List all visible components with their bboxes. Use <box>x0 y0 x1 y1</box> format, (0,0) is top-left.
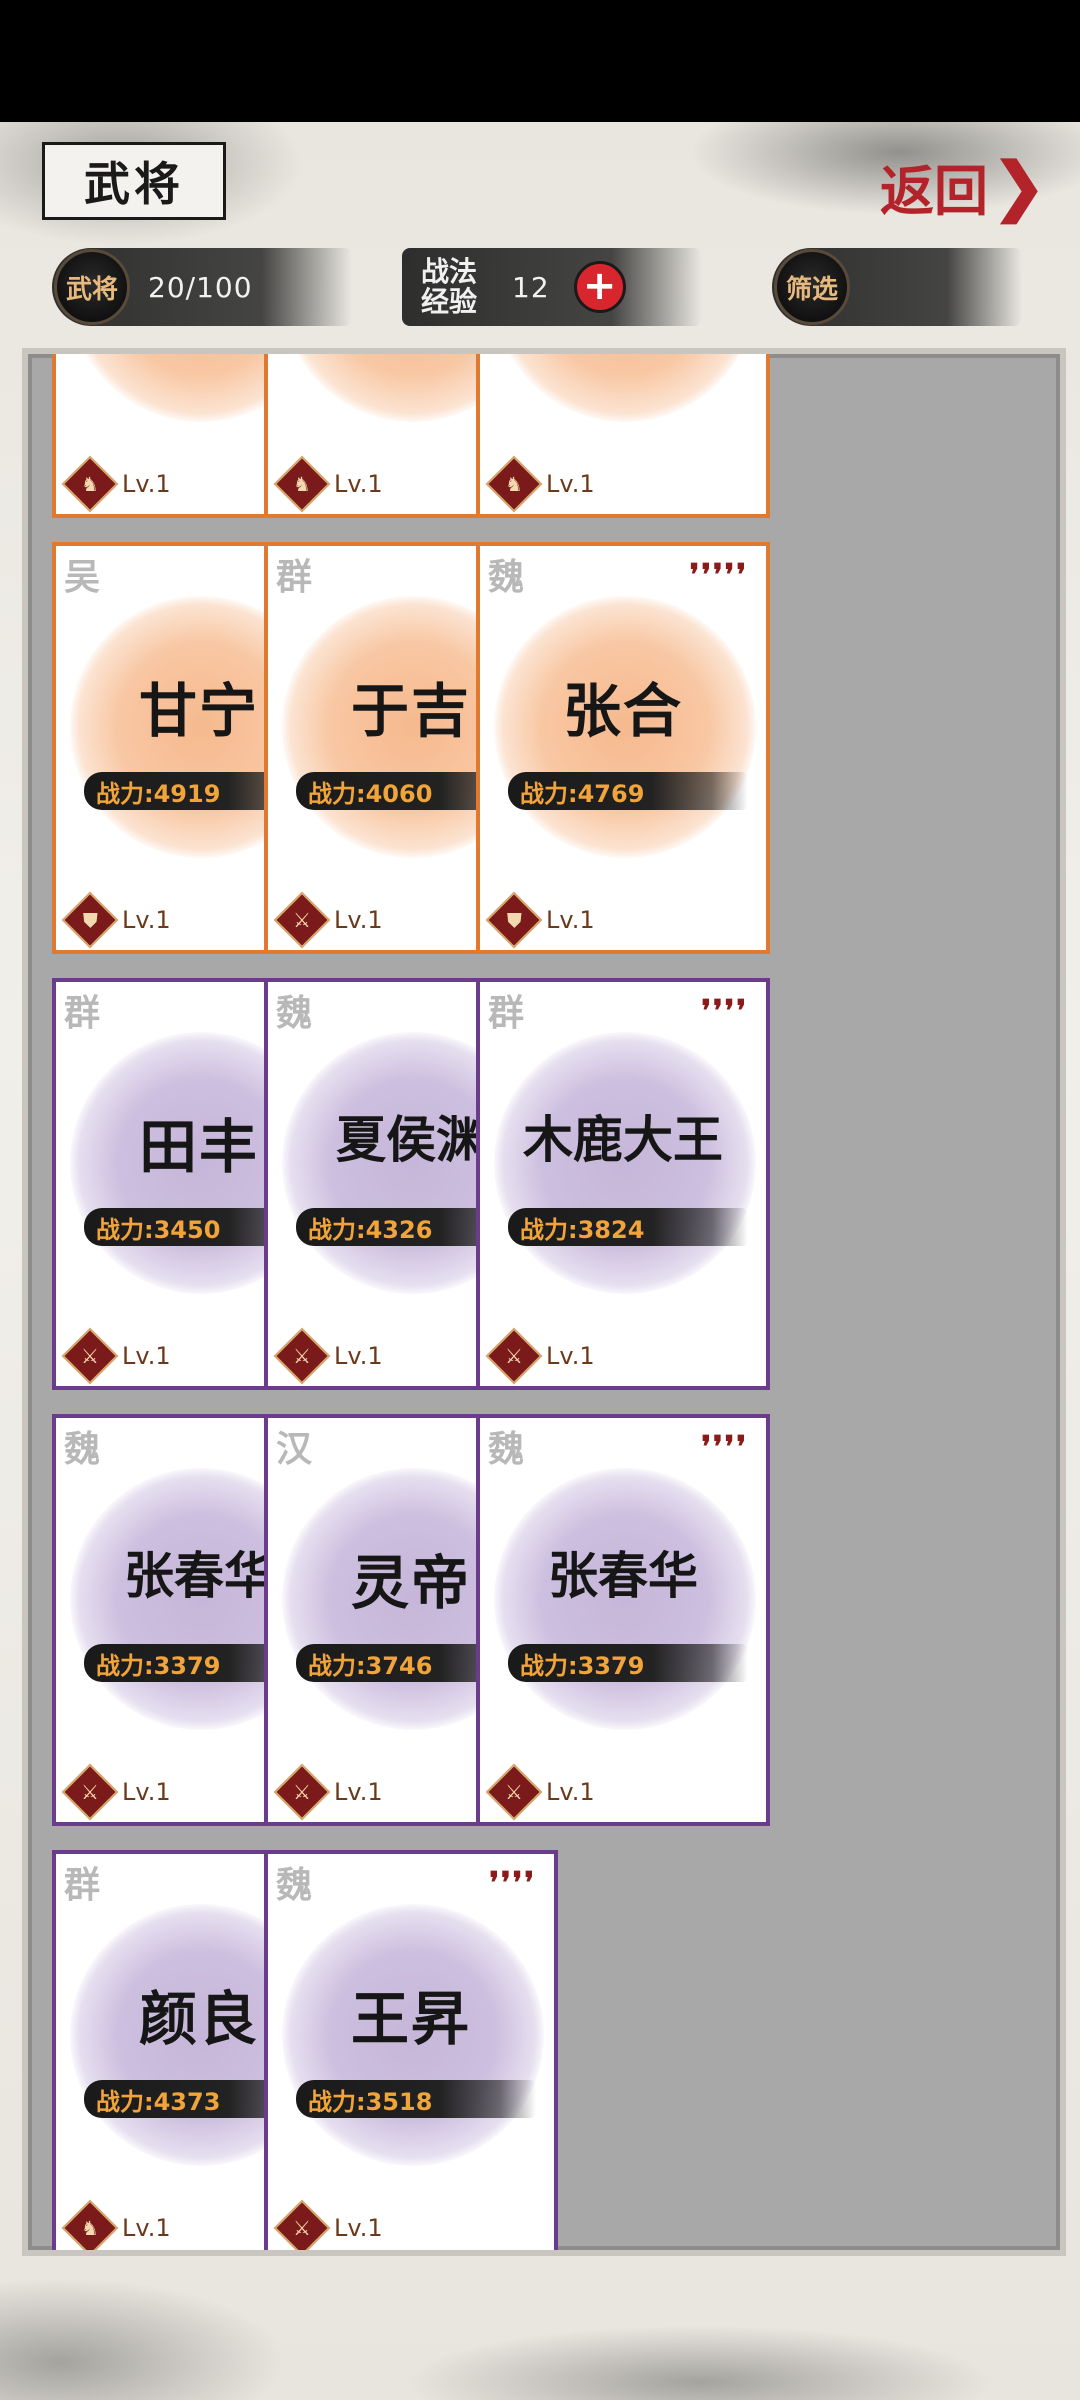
power-value: 战力:3450 <box>96 1215 221 1244</box>
level-row: ⛊ Lv.1 <box>61 891 171 949</box>
card-list: ♞Lv.1♞Lv.1♞Lv.1吴❜❜❜❜❜甘宁战力:4919⛊Lv.1群❜❜❜❜… <box>28 354 1060 2250</box>
back-label: 返回 <box>880 158 988 223</box>
power-value: 战力:4919 <box>96 779 221 808</box>
faction-label: 汉 <box>276 1428 313 1470</box>
level-row: ⚔ Lv.1 <box>273 1327 383 1385</box>
status-bar <box>0 0 1080 122</box>
star-rating: ❜❜❜❜ <box>489 1866 536 1901</box>
spear-icon: ⚔ <box>61 1327 119 1385</box>
level-label: Lv.1 <box>546 1778 595 1806</box>
level-label: Lv.1 <box>334 2214 383 2242</box>
faction-label: 群 <box>64 1864 101 1906</box>
general-card[interactable]: 魏 ❜❜❜❜ 王昇战力:3518 ⚔ Lv.1 <box>264 1850 558 2250</box>
general-name: 张合 <box>562 677 683 745</box>
level-label: Lv.1 <box>546 470 595 498</box>
star-rating: ❜❜❜❜❜ <box>689 558 748 593</box>
generals-count-bar: 武将 20/100 <box>52 248 352 326</box>
spear-icon: ⚔ <box>485 1763 543 1821</box>
general-card[interactable]: 魏 ❜❜❜❜❜ 张合战力:4769 ⛊ Lv.1 <box>476 542 770 954</box>
horse-icon: ♞ <box>61 455 119 513</box>
faction-label: 群 <box>488 992 525 1034</box>
power-strip: 战力:4769 <box>508 772 748 810</box>
level-row: ⚔ Lv.1 <box>61 1763 171 1821</box>
power-value: 战力:3379 <box>520 1651 645 1680</box>
power-value: 战力:3379 <box>96 1651 221 1680</box>
level-row: ⚔ Lv.1 <box>273 891 383 949</box>
add-exp-button[interactable]: + <box>573 261 626 313</box>
spear-icon: ⚔ <box>273 2199 331 2250</box>
general-card[interactable]: ♞ Lv.1 <box>476 354 770 518</box>
horse-icon: ♞ <box>61 2199 119 2250</box>
power-value: 战力:4769 <box>520 779 645 808</box>
faction-label: 魏 <box>276 992 313 1034</box>
spear-icon: ⚔ <box>273 1763 331 1821</box>
level-row: ⚔ Lv.1 <box>273 2199 383 2250</box>
level-row: ⚔ Lv.1 <box>485 1763 595 1821</box>
level-label: Lv.1 <box>122 1778 171 1806</box>
ink-splash <box>494 354 756 422</box>
level-row: ⛊ Lv.1 <box>485 891 595 949</box>
generals-badge: 武将 <box>54 249 130 325</box>
level-label: Lv.1 <box>334 1342 383 1370</box>
power-value: 战力:3518 <box>308 2087 433 2116</box>
power-value: 战力:4373 <box>96 2087 221 2116</box>
spear-icon: ⚔ <box>61 1763 119 1821</box>
horse-icon: ♞ <box>485 455 543 513</box>
general-name: 木鹿大王 <box>523 1110 723 1169</box>
faction-label: 魏 <box>488 556 525 598</box>
level-label: Lv.1 <box>546 906 595 934</box>
spear-icon: ⚔ <box>273 891 331 949</box>
level-label: Lv.1 <box>122 2214 171 2242</box>
chevron-right-icon: ❯ <box>992 148 1046 224</box>
power-strip: 战力:3824 <box>508 1208 748 1246</box>
generals-count: 20/100 <box>148 270 253 304</box>
spear-icon: ⚔ <box>485 1327 543 1385</box>
tactic-exp-label: 战法经验 <box>420 255 477 318</box>
star-rating: ❜❜❜❜ <box>701 994 748 1029</box>
general-card[interactable]: 魏 ❜❜❜❜ 张春华战力:3379 ⚔Lv.1 <box>476 1414 770 1826</box>
level-row: ♞ Lv.1 <box>273 455 383 513</box>
power-value: 战力:4326 <box>308 1215 433 1244</box>
spear-icon: ⚔ <box>273 1327 331 1385</box>
level-label: Lv.1 <box>546 1342 595 1370</box>
power-strip: 战力:3518 <box>296 2080 536 2118</box>
filter-badge: 筛选 <box>774 249 850 325</box>
level-row: ♞ Lv.1 <box>61 455 171 513</box>
tactic-exp-value: 12 <box>512 270 550 304</box>
back-button[interactable]: 返回 ❯ <box>880 148 1070 224</box>
faction-label: 群 <box>276 556 313 598</box>
level-label: Lv.1 <box>122 906 171 934</box>
general-name: 张春华 <box>548 1546 698 1605</box>
page-title: 武将 <box>42 142 226 220</box>
general-card[interactable]: 群 ❜❜❜❜ 木鹿大王战力:3824 ⚔ Lv.1 <box>476 978 770 1390</box>
level-row: ♞ Lv.1 <box>485 455 595 513</box>
level-label: Lv.1 <box>334 1778 383 1806</box>
faction-label: 吴 <box>64 556 101 598</box>
faction-label: 魏 <box>276 1864 313 1906</box>
level-label: Lv.1 <box>334 470 383 498</box>
level-row: ♞ Lv.1 <box>61 2199 171 2250</box>
general-card-grid[interactable]: ♞Lv.1♞Lv.1♞Lv.1吴❜❜❜❜❜甘宁战力:4919⛊Lv.1群❜❜❜❜… <box>22 348 1066 2256</box>
shield-icon: ⛊ <box>485 891 543 949</box>
level-row: ⚔ Lv.1 <box>273 1763 383 1821</box>
level-label: Lv.1 <box>122 470 171 498</box>
tactic-exp-bar: 战法经验 12 + <box>402 248 702 326</box>
level-row: ⚔ Lv.1 <box>61 1327 171 1385</box>
general-name: 王昇 <box>350 1985 471 2053</box>
filter-button[interactable]: 筛选 <box>772 248 1022 326</box>
faction-label: 魏 <box>488 1428 525 1470</box>
level-label: Lv.1 <box>122 1342 171 1370</box>
level-label: Lv.1 <box>334 906 383 934</box>
power-value: 战力:4060 <box>308 779 433 808</box>
faction-label: 魏 <box>64 1428 101 1470</box>
power-strip: 战力:3379 <box>508 1644 748 1682</box>
power-value: 战力:3824 <box>520 1215 645 1244</box>
horse-icon: ♞ <box>273 455 331 513</box>
shield-icon: ⛊ <box>61 891 119 949</box>
level-row: ⚔ Lv.1 <box>485 1327 595 1385</box>
faction-label: 群 <box>64 992 101 1034</box>
star-rating: ❜❜❜❜ <box>701 1430 748 1465</box>
power-value: 战力:3746 <box>308 1651 433 1680</box>
